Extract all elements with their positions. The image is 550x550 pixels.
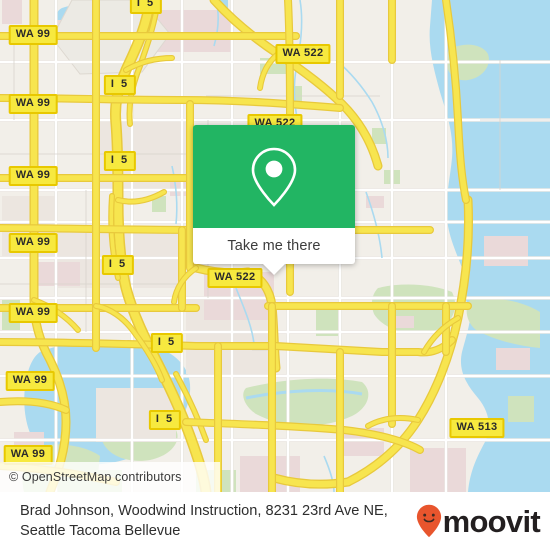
map-canvas[interactable]: .w { fill:#aadaf0; } .pk { fill:#cfe3bd;… <box>0 0 550 492</box>
take-me-there-label: Take me there <box>227 238 321 254</box>
footer-bar: Brad Johnson, Woodwind Instruction, 8231… <box>0 492 550 550</box>
moovit-logo[interactable]: moovit <box>416 503 541 539</box>
highway-shield: I 5 <box>101 255 135 275</box>
highway-shield: WA 99 <box>8 233 58 253</box>
highway-shield: WA 99 <box>8 303 58 323</box>
highway-shield: WA 522 <box>207 268 263 288</box>
osm-attribution[interactable]: © OpenStreetMap contributors <box>0 462 220 492</box>
highway-shield: WA 99 <box>8 94 58 114</box>
attribution-text: © OpenStreetMap contributors <box>9 470 182 484</box>
popup-image-area <box>193 125 355 228</box>
map-pin-icon <box>251 147 297 207</box>
highway-shield: WA 522 <box>275 44 331 64</box>
highway-shield: I 5 <box>103 75 137 95</box>
map-screenshot: .w { fill:#aadaf0; } .pk { fill:#cfe3bd;… <box>0 0 550 550</box>
highway-shield: WA 99 <box>5 371 55 391</box>
highway-shield: WA 99 <box>8 25 58 45</box>
popup-action-area[interactable]: Take me there <box>193 228 355 275</box>
highway-shield: WA 513 <box>449 418 505 438</box>
highway-shield: I 5 <box>103 151 137 171</box>
highway-shield: I 5 <box>129 0 163 14</box>
moovit-smiley-pin-icon <box>416 504 441 538</box>
moovit-wordmark: moovit <box>442 503 541 539</box>
take-me-there-popup[interactable]: Take me there <box>193 125 355 275</box>
popup-pointer-tail <box>262 263 286 275</box>
highway-shield: I 5 <box>148 410 182 430</box>
place-address-text: Brad Johnson, Woodwind Instruction, 8231… <box>20 503 388 539</box>
highway-shield: WA 99 <box>8 166 58 186</box>
highway-shield: I 5 <box>150 333 184 353</box>
